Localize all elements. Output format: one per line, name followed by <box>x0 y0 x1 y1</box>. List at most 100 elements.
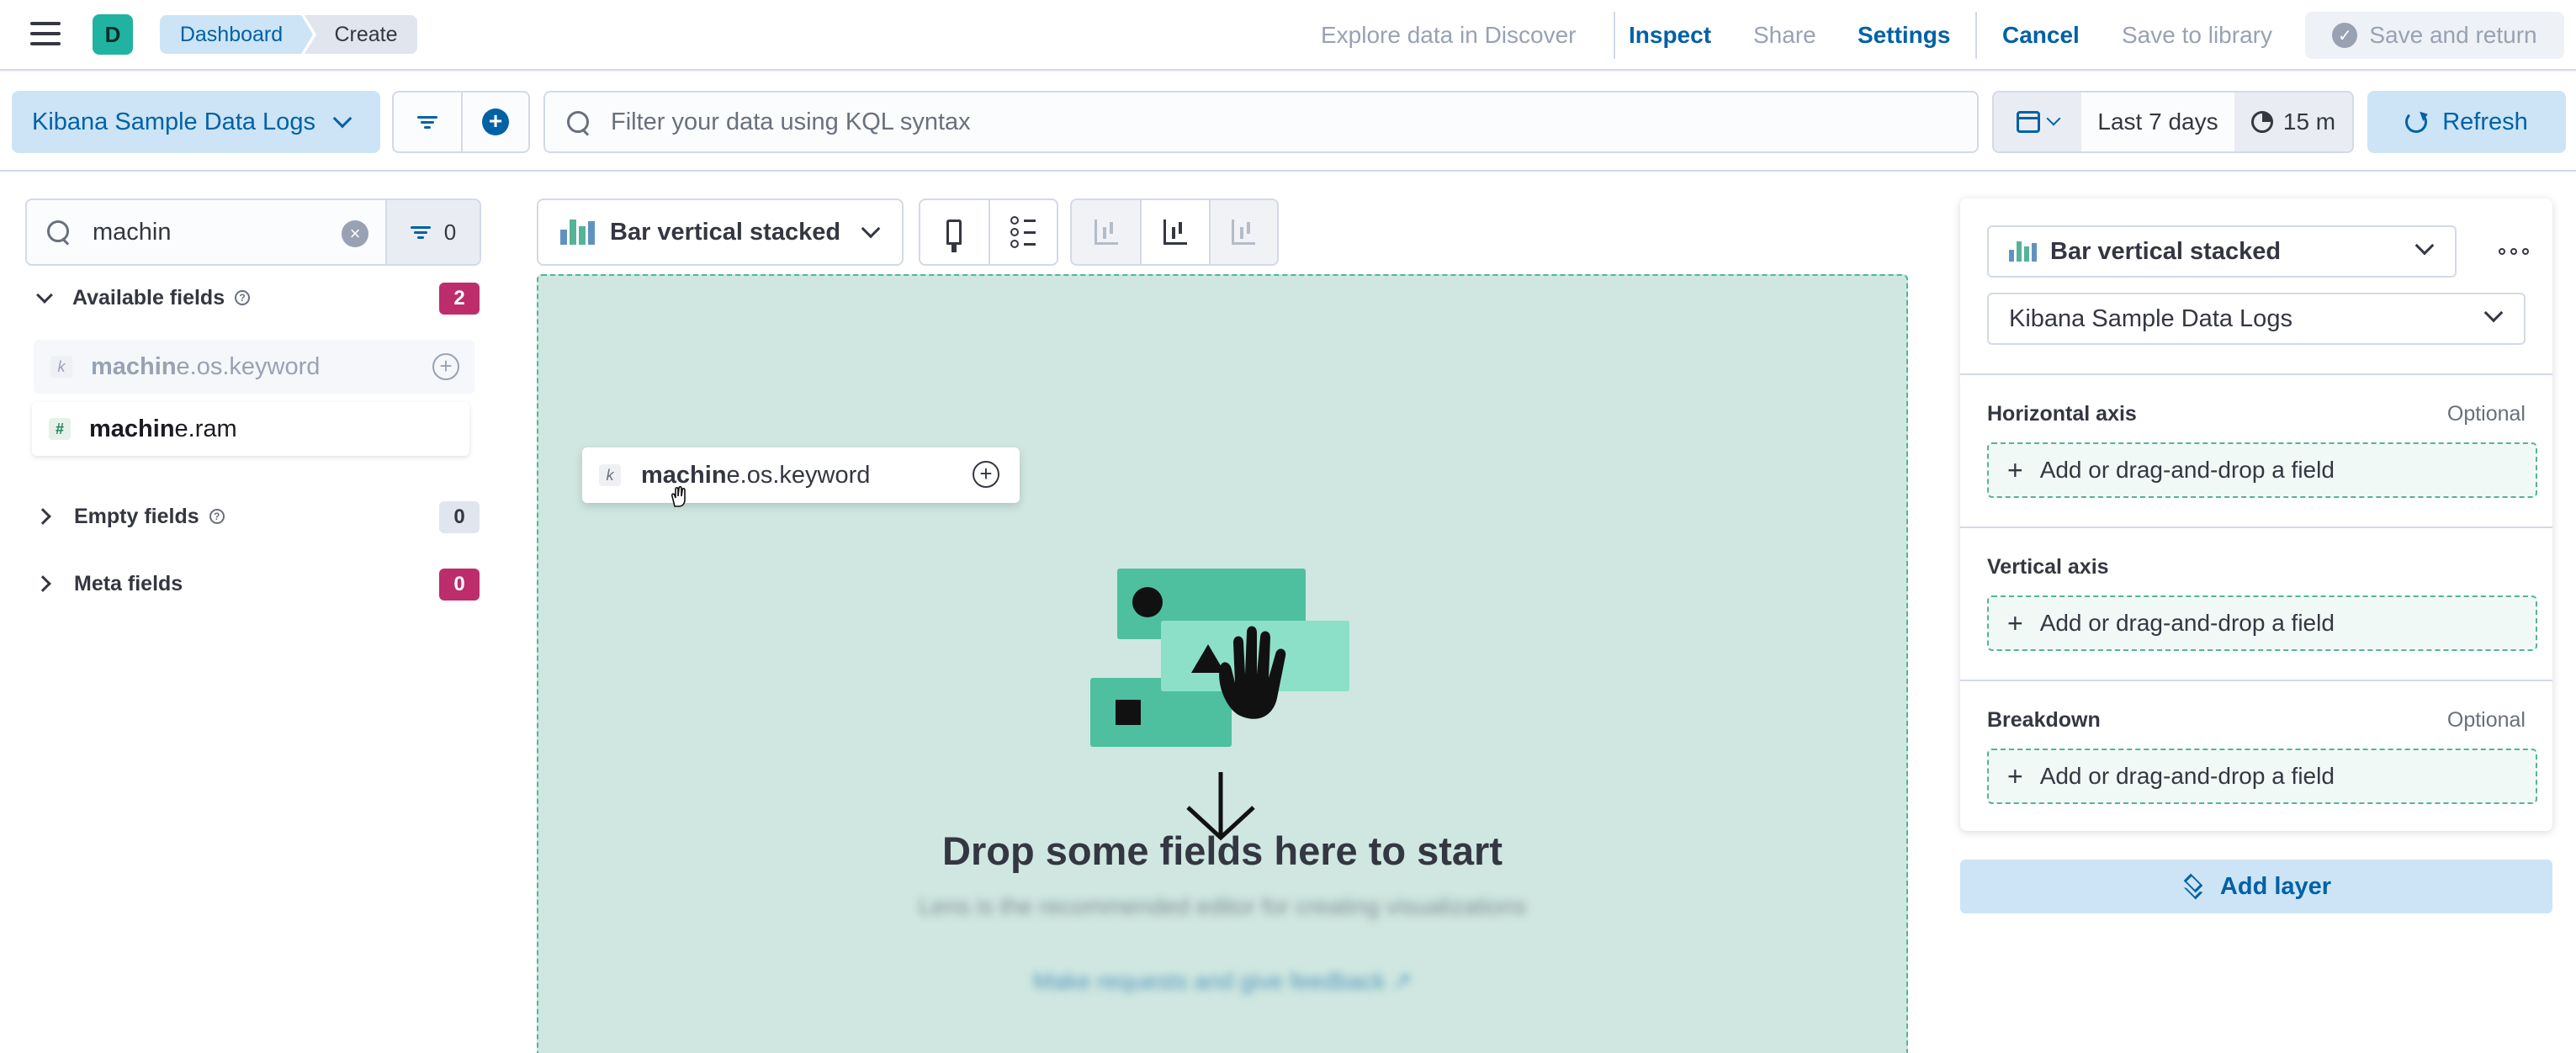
field-name: machine.os.keyword <box>91 352 321 380</box>
layer-data-view-select[interactable]: Kibana Sample Data Logs <box>1987 293 2526 345</box>
feedback-link[interactable]: Make requests and give feedback ↗ <box>537 967 1908 995</box>
cancel-link[interactable]: Cancel <box>2002 19 2080 52</box>
layer-chart-type-select[interactable]: Bar vertical stacked <box>1987 225 2457 278</box>
layer-data-view-label: Kibana Sample Data Logs <box>2009 304 2292 332</box>
chevron-right-icon <box>34 575 51 592</box>
save-and-return-button[interactable]: ✓ Save and return <box>2305 12 2564 59</box>
chart-type-switcher[interactable]: Bar vertical stacked <box>537 198 904 266</box>
add-layer-label: Add layer <box>2219 872 2332 900</box>
optional-label: Optional <box>2446 708 2526 732</box>
refresh-label: Refresh <box>2442 108 2528 135</box>
layer-chart-type-label: Bar vertical stacked <box>2050 237 2282 265</box>
help-icon[interactable]: ? <box>209 509 225 524</box>
bottom-axis-button[interactable] <box>1140 200 1209 264</box>
refresh-button[interactable]: Refresh <box>2367 91 2566 153</box>
field-search-input[interactable] <box>93 218 303 246</box>
field-search: × 0 <box>25 198 481 266</box>
time-picker: Last 7 days 15 m <box>1992 91 2354 153</box>
meta-fields-toggle[interactable]: Meta fields 0 <box>34 567 480 601</box>
kql-input[interactable] <box>611 108 1977 136</box>
horizontal-axis-label: Horizontal axis <box>1987 402 2137 426</box>
drop-zone-subtitle: Lens is the recommended editor for creat… <box>918 893 1527 919</box>
left-axis-icon <box>1094 220 1118 245</box>
add-layer-button[interactable]: Add layer <box>1960 860 2552 913</box>
menu-icon[interactable] <box>30 22 61 47</box>
space-avatar[interactable]: D <box>93 14 133 55</box>
dropzone-placeholder: Add or drag-and-drop a field <box>2039 763 2335 789</box>
quick-menu-button[interactable] <box>1994 93 2081 151</box>
field-item-machine-ram[interactable]: # machine.ram <box>32 402 469 456</box>
save-to-library-link[interactable]: Save to library <box>2122 19 2272 52</box>
filter-controls: + <box>392 91 530 153</box>
vertical-axis-dropzone[interactable]: + Add or drag-and-drop a field <box>1987 595 2537 651</box>
share-link[interactable]: Share <box>1753 19 1816 52</box>
clear-icon[interactable]: × <box>342 220 368 247</box>
field-name: machine.ram <box>89 415 237 442</box>
explore-in-discover-link[interactable]: Explore data in Discover <box>1321 19 1576 52</box>
data-view-picker[interactable]: Kibana Sample Data Logs <box>12 91 380 153</box>
keyword-type-icon: k <box>599 464 621 486</box>
available-fields-label: Available fields <box>72 285 225 310</box>
right-axis-button[interactable] <box>1208 200 1277 264</box>
dragged-field-chip[interactable]: k machine.os.keyword + <box>582 447 1020 503</box>
add-field-icon[interactable]: + <box>432 353 459 380</box>
calendar-icon <box>2017 111 2040 133</box>
panel-divider <box>1960 680 2552 681</box>
help-icon[interactable]: ? <box>235 290 251 305</box>
data-view-label: Kibana Sample Data Logs <box>32 108 315 135</box>
chart-type-label: Bar vertical stacked <box>610 218 841 246</box>
drop-zone-title: Drop some fields here to start <box>942 828 1503 873</box>
legend-button[interactable] <box>988 200 1057 264</box>
filter-menu-button[interactable] <box>394 93 461 151</box>
layer-actions-icon[interactable] <box>2499 247 2529 256</box>
query-bar: Kibana Sample Data Logs + Last 7 days 15… <box>0 72 2576 172</box>
available-fields-toggle[interactable]: Available fields ? 2 <box>34 281 480 315</box>
dropzone-placeholder: Add or drag-and-drop a field <box>2039 457 2335 483</box>
bar-chart-icon <box>560 220 595 245</box>
save-and-return-label: Save and return <box>2369 22 2537 48</box>
meta-fields-label: Meta fields <box>74 571 183 595</box>
chevron-down-icon <box>2046 111 2061 126</box>
interval-icon <box>2250 111 2273 133</box>
bar-chart-icon <box>2009 241 2037 262</box>
plus-icon: + <box>482 108 509 135</box>
header-divider <box>1614 12 1615 59</box>
optional-label: Optional <box>2446 402 2526 426</box>
dropzone-placeholder: Add or drag-and-drop a field <box>2039 610 2335 636</box>
vertical-axis-label: Vertical axis <box>1987 555 2109 579</box>
visual-options-button[interactable] <box>920 200 989 264</box>
field-search-input-wrap: × <box>27 200 385 264</box>
search-icon <box>47 220 71 244</box>
available-fields-count: 2 <box>439 283 480 315</box>
empty-fields-label: Empty fields <box>74 504 199 528</box>
field-item-ghost[interactable]: k machine.os.keyword + <box>34 340 474 394</box>
breadcrumb-create: Create <box>305 15 417 54</box>
horizontal-axis-dropzone[interactable]: + Add or drag-and-drop a field <box>1987 442 2537 498</box>
settings-link[interactable]: Settings <box>1858 19 1950 52</box>
brush-icon <box>946 220 962 252</box>
bottom-axis-icon <box>1163 220 1187 245</box>
field-name: machine.os.keyword <box>641 461 871 489</box>
refresh-interval-button[interactable]: 15 m <box>2234 93 2352 151</box>
layer-config-panel: Bar vertical stacked Kibana Sample Data … <box>1960 198 2552 831</box>
time-range-button[interactable]: Last 7 days <box>2081 93 2234 151</box>
top-header: D Dashboard Create Explore data in Disco… <box>0 0 2576 71</box>
panel-divider <box>1960 373 2552 375</box>
plus-icon: + <box>2007 607 2023 638</box>
filter-icon <box>417 114 437 131</box>
legend-icon <box>1010 213 1036 251</box>
empty-fields-toggle[interactable]: Empty fields ? 0 <box>34 500 480 533</box>
field-filter-count: 0 <box>443 219 457 245</box>
breakdown-dropzone[interactable]: + Add or drag-and-drop a field <box>1987 749 2537 804</box>
style-legend-toolbar <box>919 198 1058 266</box>
kql-search-field[interactable] <box>543 91 1979 153</box>
chevron-right-icon <box>34 508 51 525</box>
breadcrumb-dashboard[interactable]: Dashboard <box>160 15 313 54</box>
add-field-icon[interactable]: + <box>973 461 999 488</box>
add-filter-button[interactable]: + <box>461 93 528 151</box>
inspect-link[interactable]: Inspect <box>1629 19 1711 52</box>
field-type-filter-button[interactable]: 0 <box>385 200 480 264</box>
number-type-icon: # <box>49 418 71 440</box>
panel-divider <box>1960 526 2552 528</box>
left-axis-button[interactable] <box>1072 200 1140 264</box>
